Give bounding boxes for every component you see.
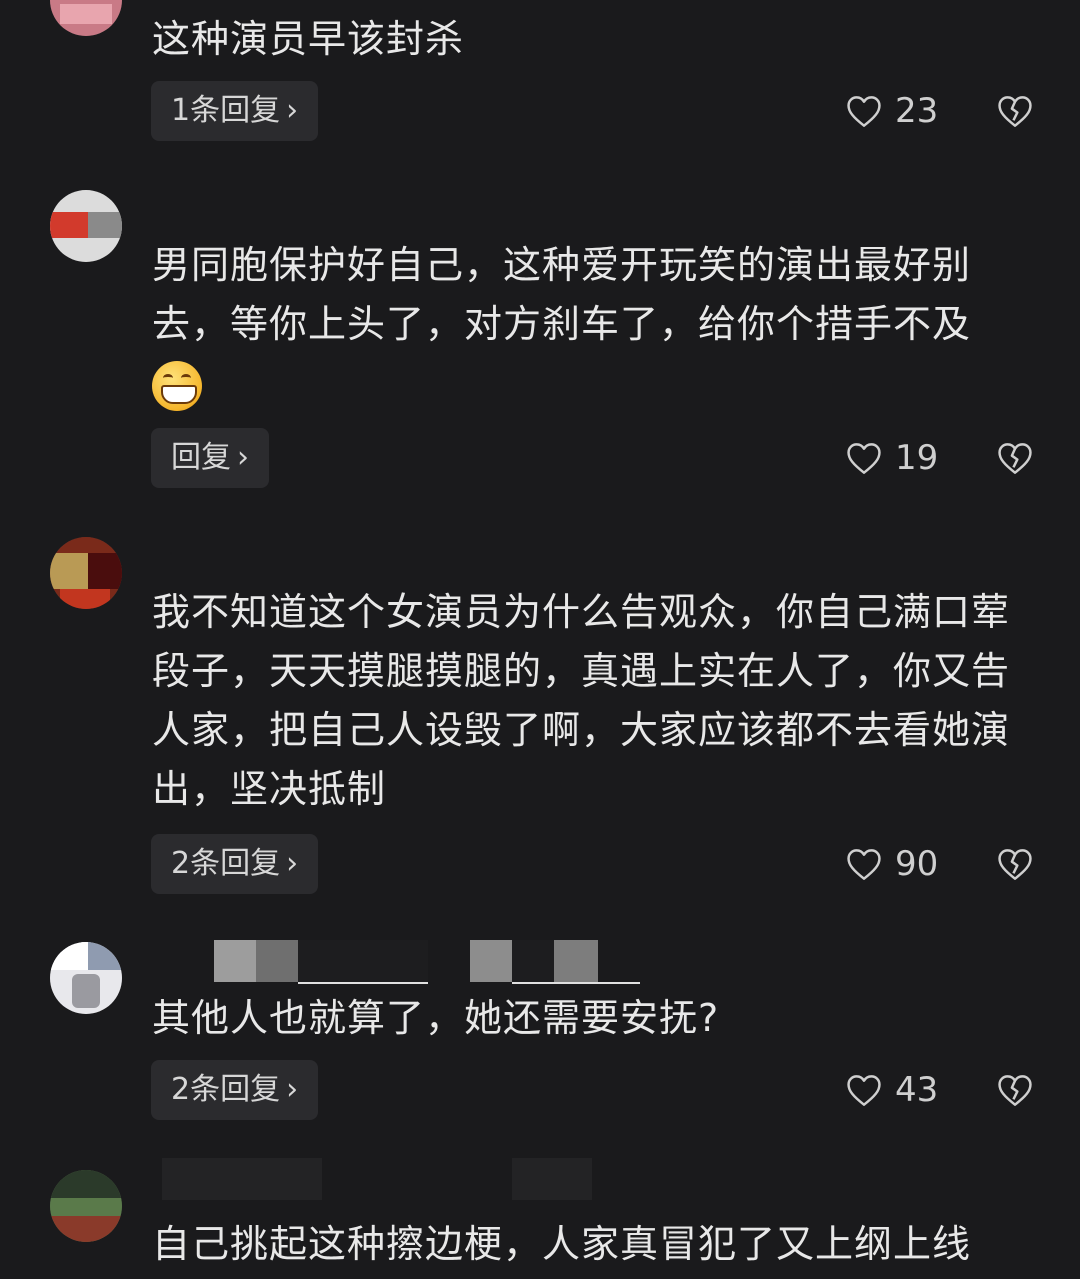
heart-outline-icon	[847, 849, 881, 880]
view-replies-button[interactable]: 2条回复 ›	[151, 834, 319, 894]
avatar[interactable]	[50, 537, 122, 609]
comment-text: 自己挑起这种擦边梗，人家真冒犯了又上纲上线	[152, 1222, 972, 1266]
view-replies-button[interactable]: 1条回复 ›	[151, 81, 319, 141]
broken-heart-icon[interactable]	[996, 441, 1034, 475]
comment-text: 男同胞保护好自己，这种爱开玩笑的演出最好别去，等你上头了，对方刹车了，给你个措手…	[152, 236, 1042, 413]
like-count: 90	[895, 844, 939, 884]
like-button[interactable]: 23	[845, 86, 938, 136]
reply-label: 2条回复	[171, 846, 281, 881]
chevron-right-icon: ›	[237, 440, 249, 475]
reply-label: 回复	[171, 440, 231, 475]
comment-text: 这种演员早该封杀	[152, 17, 465, 61]
comment-text-body: 男同胞保护好自己，这种爱开玩笑的演出最好别去，等你上头了，对方刹车了，给你个措手…	[152, 243, 972, 346]
heart-outline-icon	[847, 1075, 881, 1106]
grinning-face-emoji	[152, 360, 202, 411]
avatar[interactable]	[50, 0, 122, 36]
avatar[interactable]	[50, 942, 122, 1014]
comment-text: 我不知道这个女演员为什么告观众，你自己满口荤段子，天天摸腿摸腿的，真遇上实在人了…	[152, 590, 1011, 811]
like-count: 23	[895, 91, 939, 131]
reply-label: 2条回复	[171, 1072, 281, 1107]
broken-heart-icon[interactable]	[996, 847, 1034, 881]
comment-text: 其他人也就算了，她还需要安抚?	[152, 996, 720, 1040]
like-count: 43	[895, 1070, 939, 1110]
like-button[interactable]: 90	[845, 839, 938, 889]
avatar[interactable]	[50, 1170, 122, 1242]
like-count: 19	[895, 438, 939, 478]
reply-label: 1条回复	[171, 93, 281, 128]
chevron-right-icon: ›	[286, 846, 299, 881]
like-button[interactable]: 19	[845, 433, 938, 483]
avatar[interactable]	[50, 190, 122, 262]
broken-heart-icon[interactable]	[996, 1073, 1034, 1107]
view-replies-button[interactable]: 2条回复 ›	[151, 1060, 319, 1120]
chevron-right-icon: ›	[286, 93, 299, 128]
heart-outline-icon	[847, 443, 881, 474]
heart-outline-icon	[847, 96, 881, 127]
chevron-right-icon: ›	[286, 1072, 299, 1107]
broken-heart-icon[interactable]	[996, 94, 1034, 128]
like-button[interactable]: 43	[845, 1065, 938, 1115]
reply-button[interactable]: 回复 ›	[151, 428, 269, 488]
comment-list: 这种演员早该封杀 1条回复 › 23 男同胞保护好自己，这种爱开玩笑的演出最好别去…	[0, 0, 1080, 1279]
